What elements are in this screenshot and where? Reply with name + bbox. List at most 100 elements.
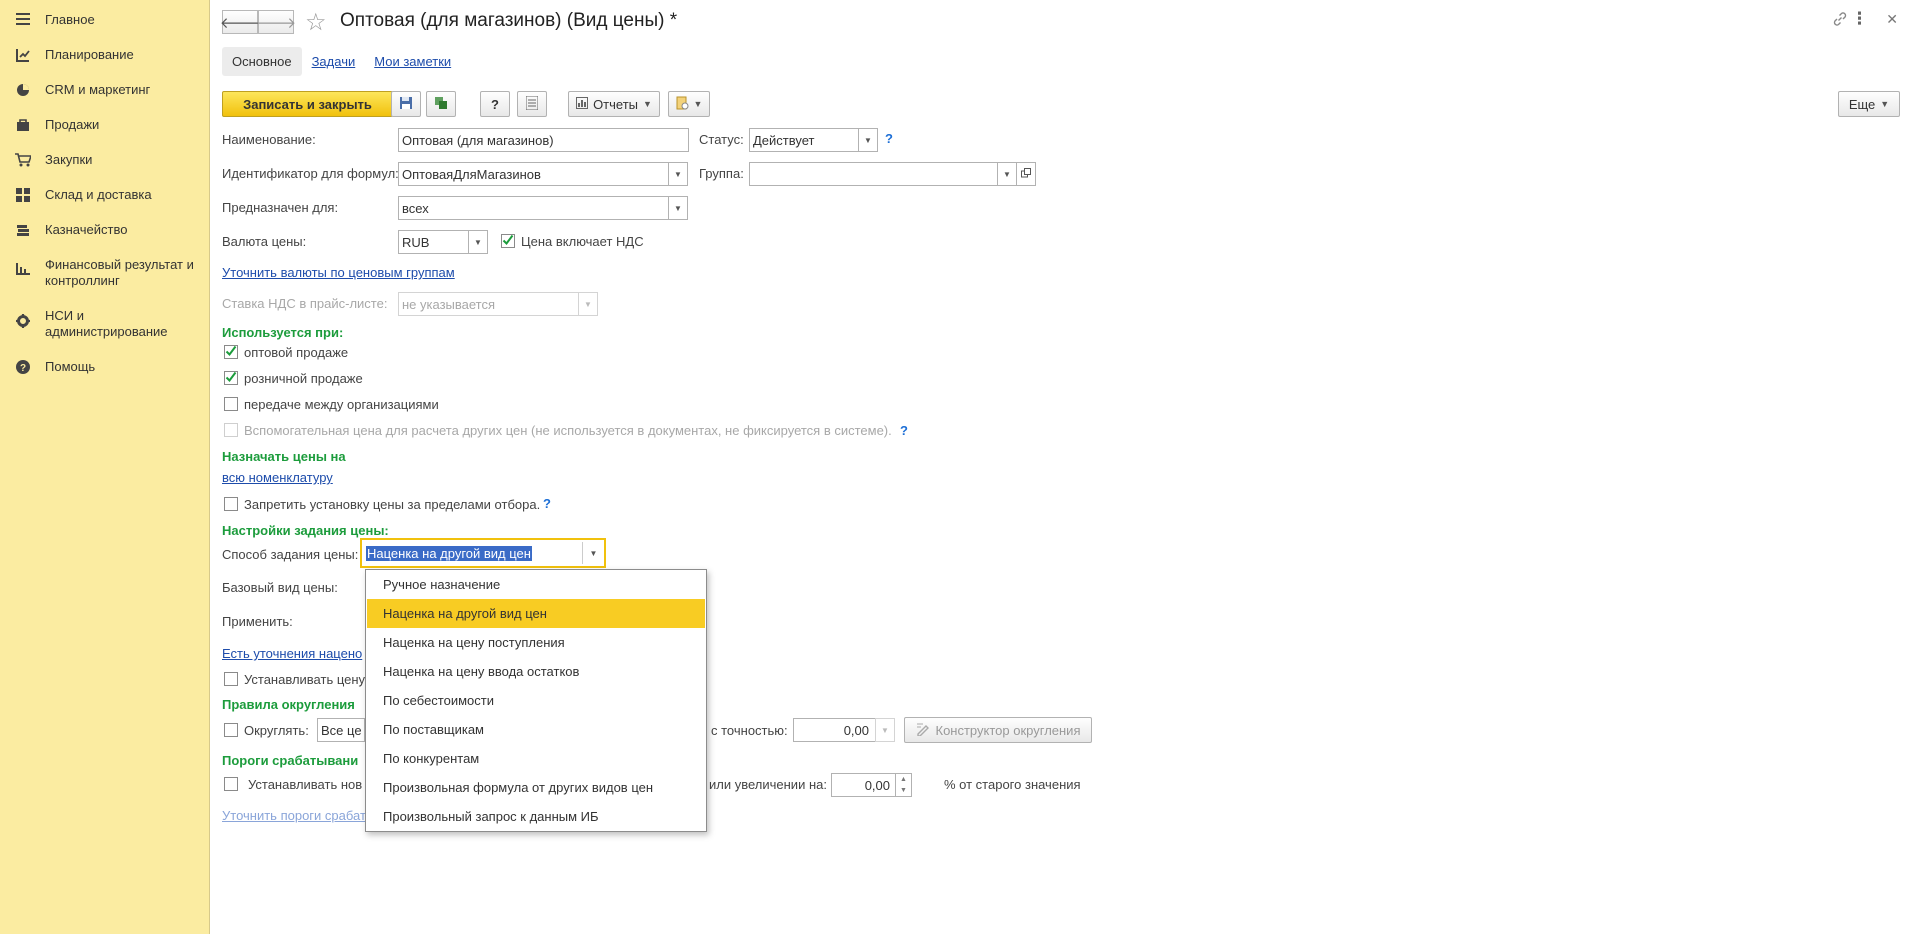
tab-notes[interactable]: Мои заметки xyxy=(374,54,451,69)
sidebar-item-main[interactable]: Главное xyxy=(0,12,210,28)
checkmark-icon xyxy=(225,371,237,386)
transfer-label: передаче между организациями xyxy=(244,397,439,412)
more-label: Еще xyxy=(1848,96,1876,112)
dropdown-option[interactable]: По поставщикам xyxy=(367,715,705,744)
used-when-section-title: Используется при: xyxy=(222,325,344,340)
wholesale-label: оптовой продаже xyxy=(244,345,349,360)
tab-bar: Основное Задачи Мои заметки xyxy=(222,47,451,76)
currency-field[interactable]: RUB xyxy=(398,230,469,254)
reports-button[interactable]: Отчеты ▼ xyxy=(568,91,660,117)
sidebar-item-finance[interactable]: Финансовый результат и контроллинг xyxy=(0,257,210,289)
group-field[interactable] xyxy=(749,162,1000,186)
print-button[interactable]: ▼ xyxy=(668,91,710,117)
precision-dropdown-button[interactable]: ▼ xyxy=(875,718,895,742)
link-icon[interactable] xyxy=(1832,11,1848,30)
vat-rate-dropdown-button: ▼ xyxy=(578,292,598,316)
forbid-checkbox[interactable] xyxy=(224,497,238,511)
checkmark-icon xyxy=(502,234,514,249)
main-area: 🡐 🡒 ☆ Оптовая (для магазинов) (Вид цены)… xyxy=(211,0,1913,934)
close-icon[interactable]: ✕ xyxy=(1886,11,1898,28)
set-new-checkbox[interactable] xyxy=(224,777,238,791)
increase-spinner[interactable]: ▲ ▼ xyxy=(895,773,912,797)
group-dropdown-button[interactable]: ▼ xyxy=(997,162,1017,186)
back-button[interactable]: 🡐 xyxy=(220,10,260,34)
sidebar-item-warehouse[interactable]: Склад и доставка xyxy=(0,187,210,203)
favorite-star-icon[interactable]: ☆ xyxy=(305,8,327,37)
intended-dropdown-button[interactable]: ▼ xyxy=(668,196,688,220)
builder-icon xyxy=(916,722,930,739)
dropdown-option[interactable]: Произвольный запрос к данным ИБ xyxy=(367,802,705,831)
help-button[interactable]: ? xyxy=(480,91,510,117)
save-close-button[interactable]: Записать и закрыть xyxy=(222,91,393,117)
page-title: Оптовая (для магазинов) (Вид цены) * xyxy=(340,10,678,31)
sidebar-item-planning[interactable]: Планирование xyxy=(0,47,210,63)
rounding-builder-label: Конструктор округления xyxy=(935,722,1081,738)
retail-checkbox[interactable] xyxy=(224,371,238,385)
rounding-builder-button[interactable]: Конструктор округления xyxy=(904,717,1092,743)
currency-dropdown-button[interactable]: ▼ xyxy=(468,230,488,254)
dropdown-option-selected[interactable]: Наценка на другой вид цен xyxy=(367,599,705,628)
increase-field[interactable]: 0,00 xyxy=(831,773,896,797)
name-field[interactable]: Оптовая (для магазинов) xyxy=(398,128,689,152)
status-help-icon[interactable]: ? xyxy=(885,131,893,146)
dropdown-option[interactable]: Наценка на цену поступления xyxy=(367,628,705,657)
markup-clarifications-link[interactable]: Есть уточнения нацено xyxy=(222,646,362,661)
round-field[interactable]: Все це xyxy=(317,718,365,742)
sidebar-item-help[interactable]: ? Помощь xyxy=(0,359,210,375)
precision-field[interactable]: 0,00 xyxy=(793,718,876,742)
set-price-checkbox[interactable] xyxy=(224,672,238,686)
tab-main[interactable]: Основное xyxy=(222,47,302,76)
forbid-help-icon[interactable]: ? xyxy=(543,496,551,511)
status-dropdown-button[interactable]: ▼ xyxy=(858,128,878,152)
sidebar-item-label: CRM и маркетинг xyxy=(45,82,151,97)
sidebar-item-sales[interactable]: Продажи xyxy=(0,117,210,133)
set-price-label: Устанавливать цену xyxy=(244,672,366,687)
dropdown-option[interactable]: Ручное назначение xyxy=(367,570,705,599)
dropdown-option[interactable]: По себестоимости xyxy=(367,686,705,715)
formula-id-label: Идентификатор для формул: xyxy=(222,166,399,181)
dropdown-option[interactable]: По конкурентам xyxy=(367,744,705,773)
floppy-icon xyxy=(399,96,413,113)
status-field[interactable]: Действует xyxy=(749,128,860,152)
clarify-thresholds-link[interactable]: Уточнить пороги срабат xyxy=(222,808,366,823)
vat-included-checkbox[interactable] xyxy=(501,234,515,248)
forward-button[interactable]: 🡒 xyxy=(256,10,296,34)
intended-label: Предназначен для: xyxy=(222,200,339,215)
sidebar-item-admin[interactable]: НСИ и администрирование xyxy=(0,308,210,340)
report-icon xyxy=(576,96,589,112)
method-field[interactable]: Наценка на другой вид цен ▼ xyxy=(360,538,606,568)
document-icon xyxy=(676,96,689,113)
list-button[interactable] xyxy=(517,91,547,117)
sidebar-item-treasury[interactable]: Казначейство xyxy=(0,222,210,238)
auxiliary-help-icon[interactable]: ? xyxy=(900,423,908,438)
auxiliary-checkbox xyxy=(224,423,238,437)
formula-id-field[interactable]: ОптоваяДляМагазинов xyxy=(398,162,669,186)
more-button[interactable]: Еще ▼ xyxy=(1838,91,1900,117)
open-window-icon xyxy=(1021,168,1031,180)
formula-id-dropdown-button[interactable]: ▼ xyxy=(668,162,688,186)
all-items-link[interactable]: всю номенклатуру xyxy=(222,470,333,485)
reports-label: Отчеты xyxy=(593,96,638,112)
rounding-section-title: Правила округления xyxy=(222,697,355,712)
tab-tasks[interactable]: Задачи xyxy=(312,54,356,69)
sidebar-item-label: Планирование xyxy=(45,47,134,62)
group-open-button[interactable] xyxy=(1016,162,1036,186)
clarify-currency-link[interactable]: Уточнить валюты по ценовым группам xyxy=(222,265,455,280)
dropdown-option[interactable]: Наценка на цену ввода остатков xyxy=(367,657,705,686)
transfer-checkbox[interactable] xyxy=(224,397,238,411)
more-vertical-icon[interactable]: ⋮ xyxy=(1851,9,1868,29)
sidebar-item-crm[interactable]: CRM и маркетинг xyxy=(0,82,210,98)
copy-button[interactable] xyxy=(426,91,456,117)
sidebar: Главное Планирование CRM и маркетинг Про… xyxy=(0,0,210,934)
dropdown-option[interactable]: Произвольная формула от других видов цен xyxy=(367,773,705,802)
save-button[interactable] xyxy=(391,91,421,117)
cart-icon xyxy=(0,152,45,167)
intended-field[interactable]: всех xyxy=(398,196,669,220)
method-dropdown-button[interactable]: ▼ xyxy=(582,542,604,564)
bar-chart-icon xyxy=(0,257,45,275)
sidebar-item-purchases[interactable]: Закупки xyxy=(0,152,210,168)
help-icon: ? xyxy=(0,359,45,374)
wholesale-checkbox[interactable] xyxy=(224,345,238,359)
round-checkbox[interactable] xyxy=(224,723,238,737)
sidebar-item-label: Помощь xyxy=(45,359,96,374)
